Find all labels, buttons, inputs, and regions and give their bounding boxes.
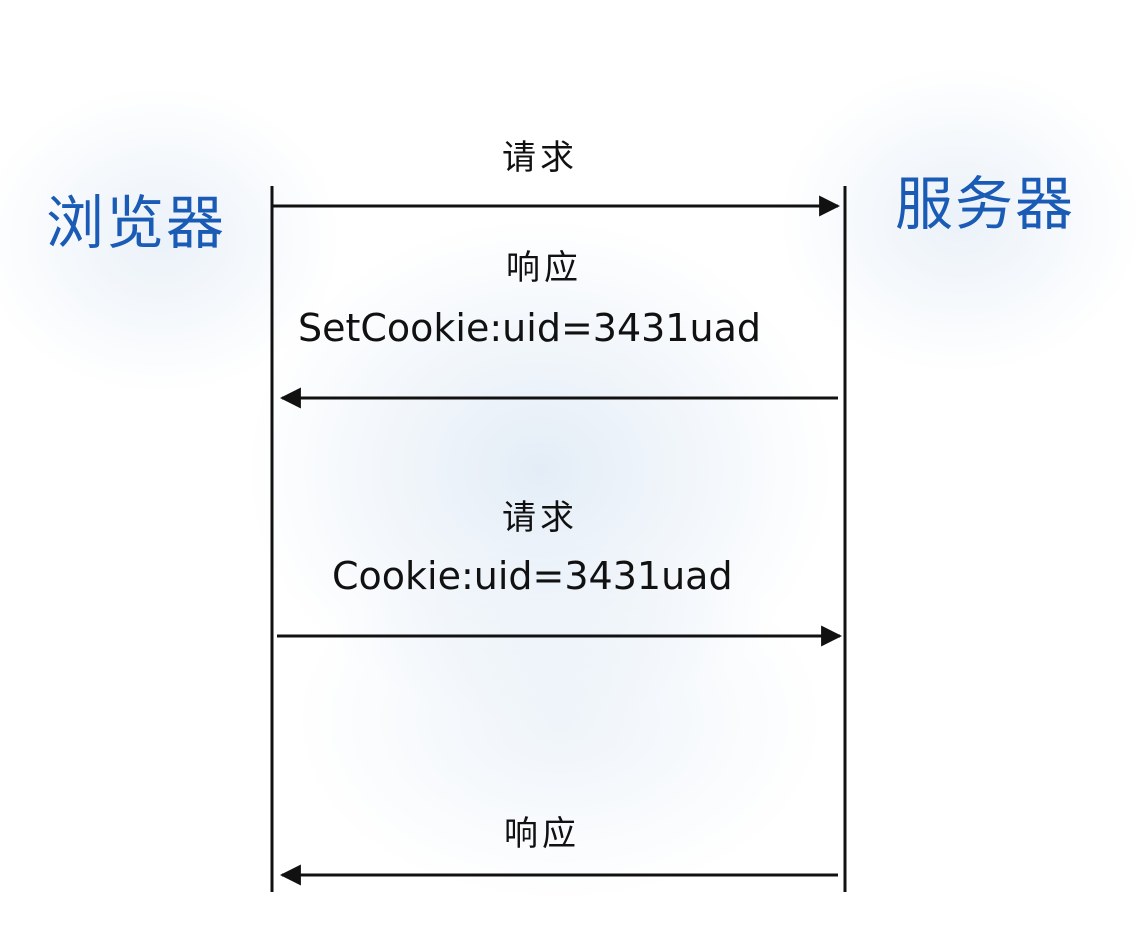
response-label-1: 响应: [506, 248, 582, 288]
response-label-2: 响应: [504, 814, 580, 854]
request-label-2: 请求: [502, 498, 578, 538]
request-label-1: 请求: [502, 138, 578, 178]
server-label: 服务器: [895, 170, 1076, 238]
set-cookie-header: SetCookie:uid=3431uad: [298, 306, 761, 350]
cookie-header: Cookie:uid=3431uad: [332, 554, 733, 598]
browser-label: 浏览器: [46, 189, 227, 257]
